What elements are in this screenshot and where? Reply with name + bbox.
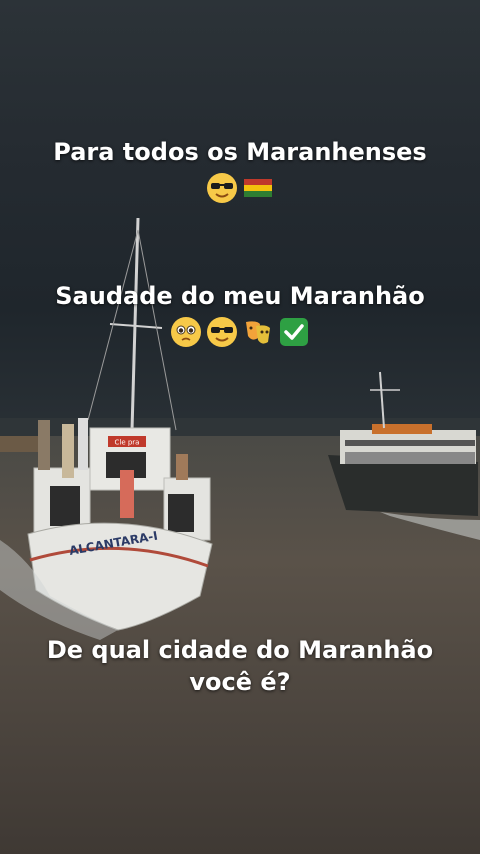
pleading-face-emoji-icon: [171, 317, 201, 347]
check-mark-emoji-icon: [280, 318, 308, 346]
caption-middle: Saudade do meu Maranhão: [0, 280, 480, 348]
emoji-row-1: [0, 172, 480, 204]
caption-line-1: Para todos os Maranhenses: [53, 138, 427, 166]
caption-line-2: Saudade do meu Maranhão: [55, 282, 425, 310]
maranhao-flag-icon: [244, 179, 272, 197]
caption-top: Para todos os Maranhenses: [0, 136, 480, 204]
sunglasses-emoji-icon: [207, 317, 237, 347]
sunglasses-emoji-icon: [207, 173, 237, 203]
right-boat: [328, 371, 478, 516]
left-shore-structure: [0, 436, 40, 452]
caption-line-3a: De qual cidade do Maranhão: [46, 636, 434, 664]
performing-arts-emoji-icon: [246, 321, 270, 344]
caption-line-3b: você é?: [189, 668, 291, 696]
caption-bottom: De qual cidade do Maranhão você é?: [0, 634, 480, 698]
cabin-sign: Cle pra: [115, 439, 140, 447]
river-photo: Cle pra ALCANTARA-I: [0, 217, 480, 640]
right-boat-wake: [380, 512, 480, 540]
emoji-row-2: [0, 316, 480, 348]
screen: Cle pra ALCANTARA-I Para todos os Maranh…: [0, 0, 480, 854]
